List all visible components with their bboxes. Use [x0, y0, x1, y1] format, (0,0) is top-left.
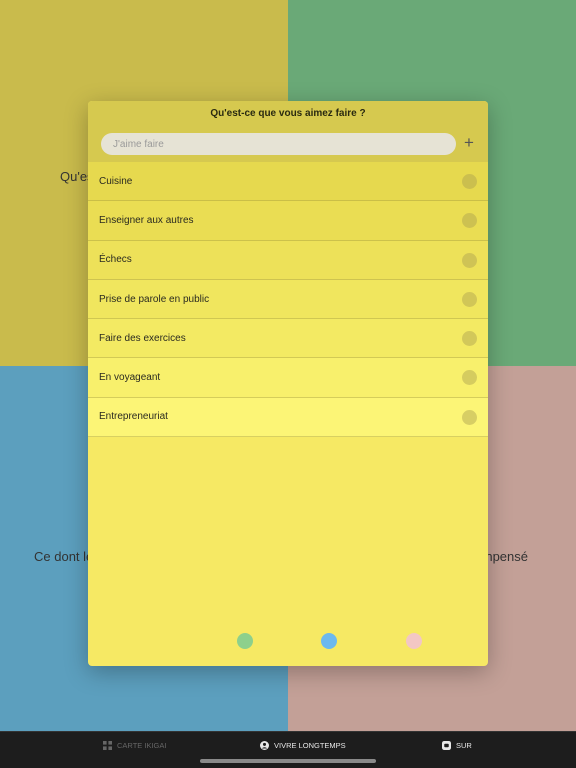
- tab-vivre-longtemps[interactable]: VIVRE LONGTEMPS: [260, 741, 346, 750]
- person-icon: [260, 741, 269, 750]
- list-item[interactable]: Cuisine: [88, 162, 488, 202]
- list-item[interactable]: Prise de parole en public: [88, 279, 488, 320]
- modal-header: Qu'est-ce que vous aimez faire ? +: [88, 101, 488, 162]
- color-picker: [88, 633, 488, 649]
- list-item-label: Enseigner aux autres: [99, 214, 194, 226]
- list-item-label: Faire des exercices: [99, 332, 186, 344]
- love-list-modal: Qu'est-ce que vous aimez faire ? + Cuisi…: [88, 101, 488, 666]
- add-button[interactable]: +: [460, 132, 478, 154]
- list-item-label: Prise de parole en public: [99, 293, 210, 305]
- color-dot-green[interactable]: [237, 633, 253, 649]
- quadrant-world-needs-label: Ce dont le: [34, 549, 94, 564]
- tab-label: SUR: [456, 741, 472, 750]
- check-circle-icon[interactable]: [462, 252, 477, 268]
- tab-label: VIVRE LONGTEMPS: [274, 741, 346, 750]
- info-icon: [442, 741, 451, 750]
- tab-sur[interactable]: SUR: [442, 741, 472, 750]
- grid-icon: [103, 741, 112, 750]
- color-dot-pink[interactable]: [406, 633, 422, 649]
- check-circle-icon[interactable]: [462, 291, 477, 307]
- list-item-label: En voyageant: [99, 372, 161, 384]
- list-item-label: Échecs: [99, 254, 132, 266]
- activity-list: Cuisine Enseigner aux autres Échecs Pris…: [88, 162, 488, 438]
- check-circle-icon[interactable]: [462, 409, 477, 425]
- check-circle-icon[interactable]: [462, 174, 477, 189]
- color-dot-blue[interactable]: [321, 633, 337, 649]
- home-indicator: [200, 759, 376, 763]
- list-item[interactable]: Faire des exercices: [88, 319, 488, 359]
- list-item[interactable]: En voyageant: [88, 358, 488, 398]
- check-circle-icon[interactable]: [462, 331, 477, 347]
- list-item-label: Cuisine: [99, 175, 133, 187]
- tab-label: CARTE IKIGAI: [117, 741, 167, 750]
- search-input[interactable]: [101, 133, 456, 155]
- quadrant-paid-for-label: npensé: [485, 549, 528, 564]
- list-item[interactable]: Échecs: [88, 240, 488, 280]
- list-item[interactable]: Enseigner aux autres: [88, 201, 488, 241]
- check-circle-icon[interactable]: [462, 213, 477, 229]
- check-circle-icon[interactable]: [462, 370, 477, 386]
- modal-title: Qu'est-ce que vous aimez faire ?: [210, 108, 366, 119]
- list-item-label: Entrepreneuriat: [99, 411, 168, 423]
- tab-carte-ikigai[interactable]: CARTE IKIGAI: [103, 741, 166, 750]
- list-item[interactable]: Entrepreneuriat: [88, 397, 488, 438]
